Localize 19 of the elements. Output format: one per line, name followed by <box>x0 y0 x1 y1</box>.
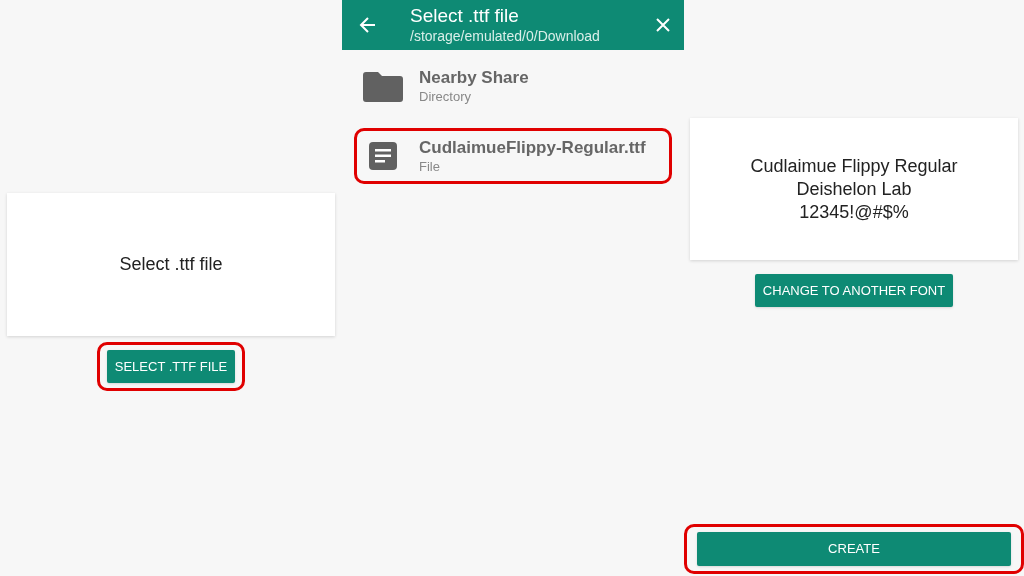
dialog-title: Select .ttf file <box>410 4 520 29</box>
create-button[interactable]: CREATE <box>697 532 1011 566</box>
preview-text: 12345!@#$% <box>799 200 909 224</box>
item-name: Nearby Share <box>419 67 529 89</box>
folder-path: /storage/emulated/0/Download <box>410 28 601 46</box>
item-name: CudlaimueFlippy-Regular.ttf <box>419 137 646 159</box>
close-icon[interactable] <box>654 16 672 34</box>
preview-text: Cudlaimue Flippy Regular <box>750 154 958 178</box>
preview-text: Deishelon Lab <box>796 177 912 201</box>
change-font-button[interactable]: CHANGE TO ANOTHER FONT <box>754 274 954 307</box>
back-icon[interactable] <box>358 15 378 35</box>
file-list-item[interactable]: CudlaimueFlippy-Regular.ttf File <box>357 131 669 181</box>
item-type: File <box>419 158 441 175</box>
select-file-button[interactable]: SELECT .TTF FILE <box>106 350 236 383</box>
item-type: Directory <box>419 88 472 105</box>
document-icon <box>369 142 397 170</box>
card-text: Select .ttf file <box>119 253 223 276</box>
folder-icon <box>363 70 403 102</box>
file-list-item[interactable]: Nearby Share Directory <box>357 61 669 111</box>
